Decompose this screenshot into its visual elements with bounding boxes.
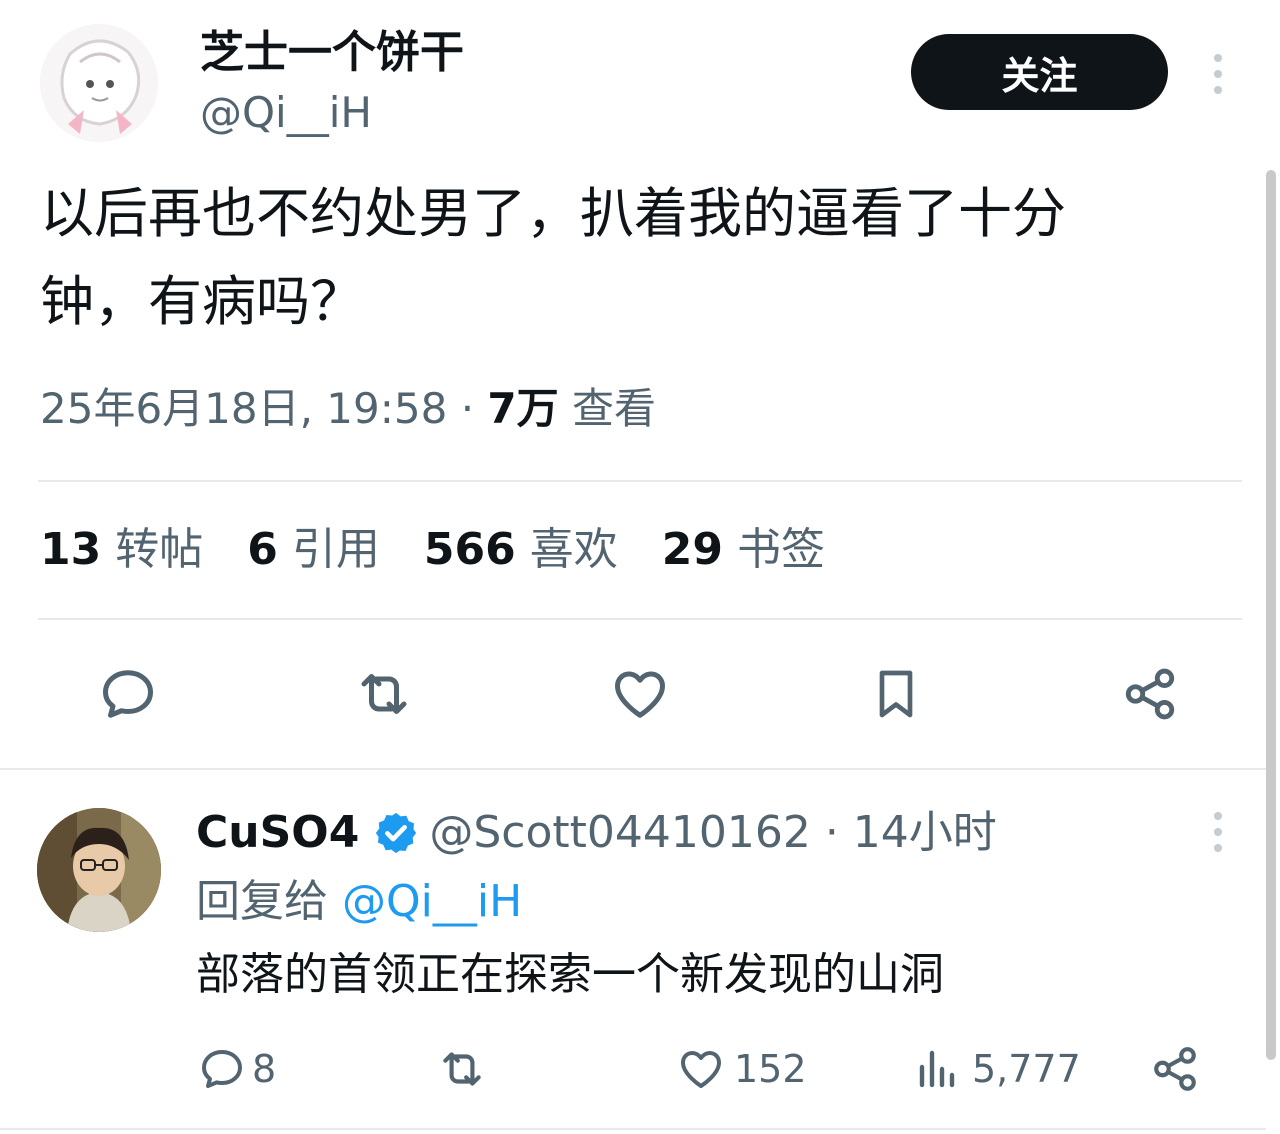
stat-likes-label: 喜欢: [529, 524, 618, 575]
tweet-text-line-2: 钟，有病吗？: [40, 270, 364, 333]
reply-likes-count: 152: [734, 1047, 807, 1091]
views-icon: [919, 1050, 955, 1088]
reply-handle-time[interactable]: @Scott04410162 · 14小时: [429, 804, 996, 862]
tweet-text-line-1: 以后再也不约处男了，扒着我的逼看了十分: [40, 182, 1066, 245]
stat-quotes-count: 6: [247, 524, 278, 575]
reply-views-count: 5,777: [972, 1047, 1081, 1091]
like-icon: [615, 671, 665, 718]
retweet-button[interactable]: [348, 660, 420, 728]
avatar-illustration: [40, 24, 158, 142]
stat-quotes-label: 引用: [291, 524, 380, 575]
reply-avatar-illustration: [37, 808, 161, 932]
more-icon[interactable]: [1212, 54, 1224, 94]
reply-reply-button[interactable]: 8: [198, 1042, 276, 1096]
author-avatar[interactable]: [40, 24, 158, 142]
author-handle[interactable]: @Qi__iH: [200, 88, 372, 138]
tweet-meta: 25年6月18日, 19:58 · 7万 查看: [40, 382, 656, 436]
stat-bookmarks-label: 书签: [736, 524, 825, 575]
reply-like-button[interactable]: 152: [676, 1042, 807, 1096]
reply-views-button[interactable]: 5,777: [914, 1042, 1081, 1096]
retweet-icon: [361, 674, 407, 714]
tweet-stats: 13 转帖 6 引用 566 喜欢 29 书签: [40, 522, 825, 578]
scrollbar[interactable]: [1266, 170, 1276, 1060]
retweet-icon: [443, 1052, 481, 1086]
tweet-views-count: 7万: [487, 384, 559, 433]
stat-bookmarks[interactable]: 29 书签: [662, 522, 825, 578]
stat-bookmarks-count: 29: [661, 524, 723, 575]
bookmark-button[interactable]: [862, 660, 930, 728]
verified-badge-icon: [376, 812, 417, 854]
reply-replies-count: 8: [252, 1047, 277, 1091]
reply-button[interactable]: [94, 660, 162, 728]
reply-retweet-button[interactable]: [434, 1042, 490, 1096]
stat-quotes[interactable]: 6 引用: [247, 522, 380, 578]
share-icon: [1154, 1047, 1196, 1091]
reply-replying-to: 回复给 @Qi__iH: [196, 874, 522, 930]
share-button[interactable]: [1116, 660, 1184, 728]
reply-avatar[interactable]: [37, 808, 161, 932]
reply-share-button[interactable]: [1150, 1042, 1200, 1096]
like-button[interactable]: [604, 660, 676, 728]
bookmark-icon: [879, 670, 913, 718]
stat-likes-count: 566: [423, 524, 516, 575]
stat-retweets[interactable]: 13 转帖: [40, 522, 203, 578]
stat-retweets-count: 13: [40, 524, 102, 575]
divider-bottom: [0, 768, 1266, 770]
author-display-name[interactable]: 芝士一个饼干: [200, 26, 464, 80]
follow-button[interactable]: 关注: [911, 34, 1168, 110]
share-icon: [1125, 668, 1175, 720]
reply-more-icon[interactable]: [1212, 812, 1224, 852]
divider-top: [38, 480, 1242, 482]
reply-display-name[interactable]: CuSO4: [196, 804, 359, 862]
reply-icon: [202, 1050, 242, 1088]
replying-prefix: 回复给: [196, 876, 342, 927]
reply-text: 部落的首领正在探索一个新发现的山洞: [196, 949, 944, 1000]
divider-end: [0, 1128, 1266, 1130]
reply-header: CuSO4 @Scott04410162 · 14小时: [196, 804, 997, 862]
tweet-views-label: 查看: [558, 384, 656, 433]
stat-retweets-label: 转帖: [115, 524, 204, 575]
stat-likes[interactable]: 566 喜欢: [424, 522, 618, 578]
replying-to-link[interactable]: @Qi__iH: [342, 876, 522, 927]
tweet-timestamp[interactable]: 25年6月18日, 19:58 ·: [40, 384, 487, 433]
reply-icon: [103, 670, 153, 718]
like-icon: [681, 1051, 721, 1088]
divider-middle: [38, 618, 1242, 620]
